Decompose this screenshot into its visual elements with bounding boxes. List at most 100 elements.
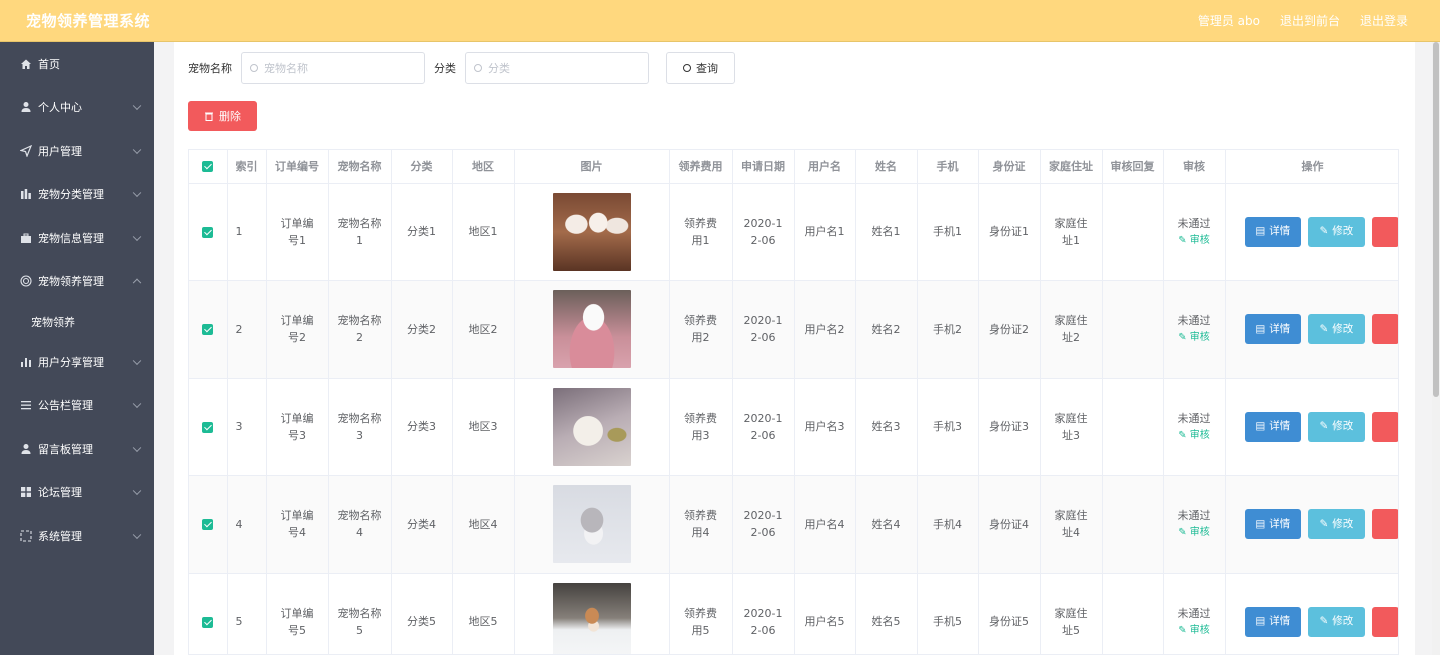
page-scrollbar[interactable] (1432, 42, 1440, 655)
row-delete-button[interactable] (1371, 314, 1398, 345)
exit-to-front-link[interactable]: 退出到前台 (1280, 12, 1340, 29)
cell-region: 地区2 (452, 280, 515, 379)
chevron-down-icon (132, 530, 142, 539)
delete-button-label: 删除 (219, 110, 241, 123)
row-checkbox[interactable] (189, 475, 228, 574)
detail-button-label: 详情 (1269, 517, 1291, 530)
detail-button[interactable]: ▤ 详情 (1244, 509, 1302, 540)
detail-button[interactable]: ▤ 详情 (1244, 314, 1302, 345)
cell-date: 2020-12-06 (732, 378, 795, 476)
row-checkbox[interactable] (189, 183, 228, 281)
send-icon (19, 144, 32, 157)
sidebar-item-label: 宠物信息管理 (38, 231, 104, 245)
edit-button-label: 修改 (1332, 322, 1354, 335)
col-header-fee: 领养费用 (669, 150, 733, 184)
chart-icon (19, 188, 32, 201)
chevron-down-icon (132, 232, 142, 241)
sidebar-item-user-share[interactable]: 用户分享管理 (0, 340, 154, 384)
col-header-address: 家庭住址 (1040, 150, 1103, 184)
cell-phone: 手机2 (917, 280, 979, 379)
audit-link[interactable]: ✎ 审核 (1164, 622, 1225, 639)
row-checkbox[interactable] (189, 280, 228, 379)
cell-phone: 手机3 (917, 378, 979, 476)
cell-date: 2020-12-06 (732, 475, 795, 574)
edit-button[interactable]: ✎ 修改 (1308, 606, 1365, 637)
col-header-realname: 姓名 (855, 150, 918, 184)
audit-link[interactable]: ✎ 审核 (1164, 524, 1225, 541)
cell-region: 地区3 (452, 378, 515, 476)
cell-picture (514, 573, 670, 654)
cell-order: 订单编号3 (266, 378, 329, 476)
category-placeholder: 分类 (488, 62, 510, 75)
audit-link[interactable]: ✎ 审核 (1164, 427, 1225, 444)
cell-order: 订单编号4 (266, 475, 329, 574)
query-button[interactable]: 查询 (666, 52, 735, 84)
cell-region: 地区1 (452, 183, 515, 281)
cell-audit: 未通过 ✎ 审核 (1163, 475, 1226, 574)
edit-button[interactable]: ✎ 修改 (1308, 216, 1365, 247)
search-bar: 宠物名称 宠物名称 分类 分类 查询 (188, 52, 735, 84)
edit-button[interactable]: ✎ 修改 (1308, 509, 1365, 540)
edit-pen-icon: ✎ (1178, 332, 1190, 344)
row-checkbox[interactable] (189, 378, 228, 476)
row-delete-button[interactable] (1371, 509, 1398, 540)
pet-name-input[interactable]: 宠物名称 (241, 52, 425, 84)
row-checkbox[interactable] (189, 573, 228, 654)
cell-category: 分类3 (391, 378, 453, 476)
document-icon: ▤ (1255, 615, 1266, 628)
sidebar-item-forum[interactable]: 论坛管理 (0, 471, 154, 515)
app-title: 宠物领养管理系统 (26, 12, 151, 30)
chevron-up-icon (132, 278, 142, 288)
row-delete-button[interactable] (1371, 411, 1398, 442)
audit-status: 未通过 (1177, 411, 1211, 425)
row-delete-button[interactable] (1371, 606, 1398, 637)
edit-button[interactable]: ✎ 修改 (1308, 314, 1365, 345)
scrollbar-thumb[interactable] (1433, 42, 1439, 397)
audit-link[interactable]: ✎ 审核 (1164, 329, 1225, 346)
logout-link[interactable]: 退出登录 (1360, 12, 1408, 29)
list-icon (19, 399, 32, 412)
select-all-checkbox[interactable] (189, 150, 228, 184)
audit-link[interactable]: ✎ 审核 (1164, 232, 1225, 249)
sidebar-item-notice-board[interactable]: 公告栏管理 (0, 384, 154, 428)
admin-label[interactable]: 管理员 abo (1198, 12, 1260, 29)
sidebar-item-message-board[interactable]: 留言板管理 (0, 427, 154, 471)
trash-icon (204, 111, 214, 121)
edit-pen-icon: ✎ (1178, 624, 1190, 636)
search-icon (474, 64, 482, 72)
audit-link-label: 审核 (1189, 234, 1210, 246)
edit-button[interactable]: ✎ 修改 (1308, 411, 1365, 442)
cell-phone: 手机1 (917, 183, 979, 281)
sidebar-item-system[interactable]: 系统管理 (0, 514, 154, 558)
sidebar-item-label: 论坛管理 (38, 486, 82, 500)
table-row: 5 订单编号5 宠物名称5 分类5 地区5 领养费用5 2020-12-06 用户名5 姓名5 手… (189, 573, 1398, 654)
category-input[interactable]: 分类 (465, 52, 649, 84)
cell-audit: 未通过 ✎ 审核 (1163, 183, 1226, 281)
detail-button[interactable]: ▤ 详情 (1244, 411, 1302, 442)
cell-username: 用户名5 (794, 573, 856, 654)
detail-button[interactable]: ▤ 详情 (1244, 606, 1302, 637)
cell-phone: 手机4 (917, 475, 979, 574)
sidebar-item-home[interactable]: 首页 (0, 42, 154, 86)
edit-button-label: 修改 (1332, 225, 1354, 238)
sidebar-item-pet-info[interactable]: 宠物信息管理 (0, 216, 154, 260)
cell-audit: 未通过 ✎ 审核 (1163, 573, 1226, 654)
detail-button-label: 详情 (1269, 225, 1291, 238)
sidebar-item-user-management[interactable]: 用户管理 (0, 129, 154, 173)
sidebar-subitem-adoption[interactable]: 宠物领养 (0, 303, 154, 340)
cell-date: 2020-12-06 (732, 573, 795, 654)
cell-ops: ▤ 详情 ✎ 修改 (1225, 475, 1398, 574)
cell-ops: ▤ 详情 ✎ 修改 (1225, 573, 1398, 654)
chevron-down-icon (132, 145, 142, 154)
detail-button[interactable]: ▤ 详情 (1244, 216, 1302, 247)
table-row: 1 订单编号1 宠物名称1 分类1 地区1 领养费用1 2020-12-06 用户名1 姓名1 手… (189, 183, 1398, 281)
cell-audit: 未通过 ✎ 审核 (1163, 378, 1226, 476)
sidebar-item-personal-center[interactable]: 个人中心 (0, 86, 154, 130)
row-delete-button[interactable] (1371, 216, 1398, 247)
sidebar-item-adoption-management[interactable]: 宠物领养管理 (0, 260, 154, 304)
sidebar-item-pet-category[interactable]: 宠物分类管理 (0, 173, 154, 217)
cell-reply (1102, 183, 1164, 281)
delete-button[interactable]: 删除 (188, 101, 257, 131)
top-nav: 管理员 abo 退出到前台 退出登录 (1198, 12, 1440, 29)
edit-pen-icon: ✎ (1319, 615, 1329, 628)
